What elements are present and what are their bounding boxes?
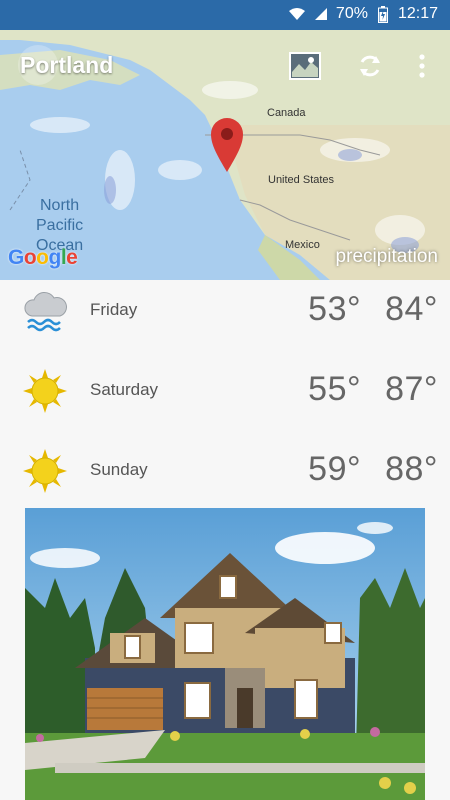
temp-high: 84° (385, 290, 438, 328)
map-label-canada: Canada (267, 107, 306, 119)
temp-low: 59° (308, 450, 362, 488)
temp-low: 55° (308, 370, 362, 408)
status-bar: 70% 12:17 (0, 0, 450, 30)
forecast-row[interactable]: Saturday 55° 87° (0, 360, 450, 440)
forecast-temps: 59° 88° (284, 450, 438, 489)
rain-cloud-icon (22, 288, 68, 334)
overflow-menu-icon[interactable] (404, 48, 440, 84)
refresh-icon[interactable] (352, 48, 388, 84)
temp-low: 53° (308, 290, 362, 328)
map-layer-label: precipitation (335, 246, 438, 267)
forecast-day: Friday (90, 300, 138, 319)
temp-high: 87° (385, 370, 438, 408)
sun-icon (22, 448, 68, 494)
forecast-temps: 53° 84° (284, 290, 438, 329)
house-image[interactable] (25, 508, 425, 800)
forecast-day: Saturday (90, 380, 159, 399)
map-label-united-states: United States (268, 174, 335, 186)
ocean-label-line: North (40, 197, 80, 214)
google-logo: Google (8, 246, 78, 269)
temp-high: 88° (385, 450, 438, 488)
battery-percent: 70% (335, 5, 368, 22)
map-label-mexico: Mexico (285, 239, 320, 251)
ocean-label-line: Pacific (36, 217, 84, 234)
forecast-list: Friday 53° 84° Saturday 55° 87° Sunday 59°… (0, 280, 450, 520)
battery-icon (374, 5, 392, 23)
city-title: Portland (20, 52, 114, 78)
map-layers-icon[interactable] (287, 48, 323, 84)
toolbar: Portland (0, 30, 450, 102)
forecast-row[interactable]: Friday 53° 84° (0, 280, 450, 360)
sun-icon (22, 368, 68, 414)
forecast-temps: 55° 87° (284, 370, 438, 409)
clock: 12:17 (397, 5, 438, 22)
house-graphic (25, 508, 425, 800)
wifi-icon (288, 5, 306, 23)
forecast-day: Sunday (90, 460, 148, 479)
signal-icon (312, 5, 330, 23)
